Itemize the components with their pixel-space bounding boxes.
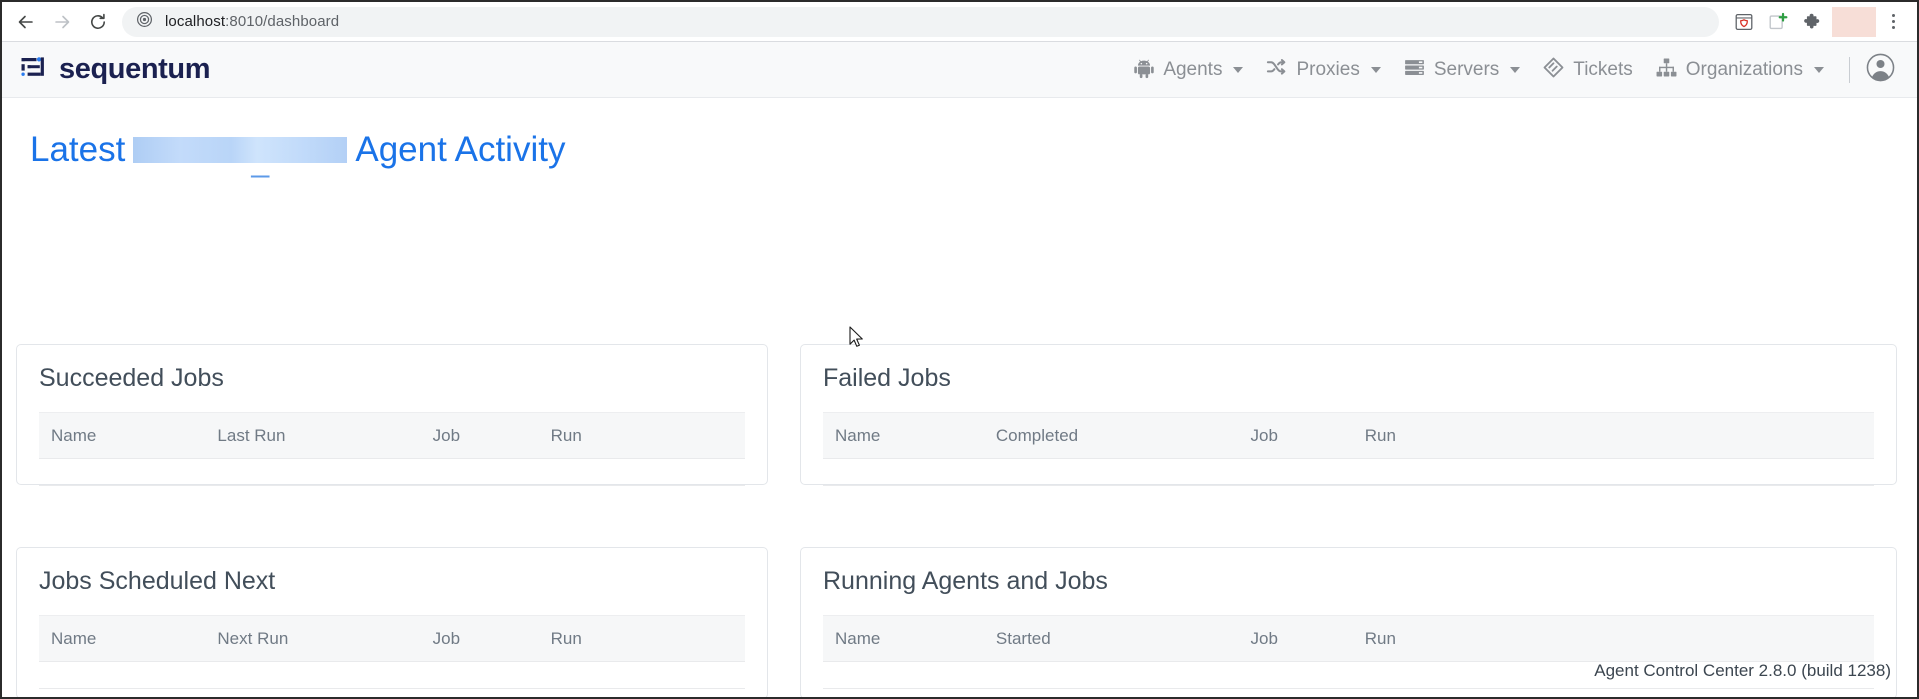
screenshot-frame: localhost:8010/dashboard sequentum Agent…	[0, 0, 1919, 699]
sequentum-bracket-logo-icon	[18, 52, 48, 87]
column-header-next-run[interactable]: Next Run	[217, 615, 433, 662]
chevron-down-icon	[1814, 66, 1824, 73]
column-header-name[interactable]: Name	[39, 412, 218, 459]
column-header-started[interactable]: Started	[995, 615, 1251, 662]
address-bar[interactable]: localhost:8010/dashboard	[122, 6, 1719, 37]
puzzle-extensions-icon[interactable]	[1797, 7, 1827, 37]
profile-avatar-button[interactable]	[1832, 6, 1876, 37]
add-page-extension-icon[interactable]	[1763, 7, 1793, 37]
column-header-run[interactable]: Run	[1364, 412, 1874, 459]
account-button[interactable]	[1862, 49, 1897, 91]
table-header-row: Name Last Run Job Run	[39, 412, 745, 459]
ticket-tag-icon	[1542, 56, 1565, 83]
chevron-down-icon	[1370, 66, 1381, 73]
brand-logo[interactable]: sequentum	[18, 52, 210, 87]
card-title: Failed Jobs	[823, 364, 951, 392]
footer-version: Agent Control Center 2.8.0 (build 1238)	[1594, 661, 1891, 680]
card-jobs-scheduled-next: Jobs Scheduled Next Name Next Run Job Ru…	[16, 547, 768, 697]
nav-item-tickets-label: Tickets	[1573, 59, 1633, 80]
column-header-run[interactable]: Run	[550, 615, 745, 662]
table-header-row: Name Next Run Job Run	[39, 615, 745, 662]
back-arrow-icon	[16, 12, 36, 32]
browser-toolbar: localhost:8010/dashboard	[2, 2, 1917, 42]
card-failed-jobs: Failed Jobs Name Completed Job Run	[800, 344, 1897, 486]
table-empty-row	[823, 458, 1874, 486]
nav-item-agents[interactable]: Agents	[1122, 51, 1254, 89]
chevron-down-icon	[1510, 66, 1521, 73]
card-succeeded-jobs: Succeeded Jobs Name Last Run Job Run	[16, 344, 768, 486]
column-header-job[interactable]: Job	[1250, 412, 1365, 459]
user-avatar-icon	[1866, 53, 1895, 87]
failed-jobs-table: Name Completed Job Run	[823, 412, 1874, 486]
reload-button[interactable]	[80, 6, 116, 38]
nav-item-proxies-label: Proxies	[1296, 59, 1360, 80]
nav-item-servers[interactable]: Servers	[1392, 50, 1531, 89]
succeeded-jobs-table: Name Last Run Job Run	[39, 412, 745, 486]
chevron-down-icon	[1233, 66, 1244, 73]
back-button[interactable]	[8, 6, 44, 38]
page-title: Latest Agent Activity	[30, 130, 566, 176]
table-header-row: Name Completed Job Run	[823, 412, 1874, 459]
column-header-job[interactable]: Job	[432, 615, 551, 662]
shuffle-arrows-icon	[1265, 56, 1288, 83]
dashboard-page: Latest Agent Activity Succeeded Jobs Nam…	[2, 98, 1917, 697]
table-empty-row	[39, 661, 745, 689]
column-header-name[interactable]: Name	[823, 615, 996, 662]
column-header-run[interactable]: Run	[1364, 615, 1874, 662]
target-circle-icon[interactable]	[136, 11, 153, 33]
column-header-name[interactable]: Name	[39, 615, 218, 662]
url-host: localhost	[165, 13, 226, 30]
forward-button[interactable]	[44, 6, 80, 38]
page-title-prefix: Latest	[30, 130, 126, 169]
nav-item-servers-label: Servers	[1433, 59, 1500, 80]
sitemap-icon	[1655, 56, 1678, 83]
brand-name: sequentum	[59, 53, 211, 85]
column-header-last-run[interactable]: Last Run	[217, 412, 433, 459]
column-header-name[interactable]: Name	[823, 412, 996, 459]
shield-extension-icon[interactable]	[1729, 7, 1759, 37]
redacted-org-name	[133, 136, 348, 176]
forward-arrow-icon	[52, 12, 72, 32]
server-stack-icon	[1403, 56, 1426, 83]
url-text: localhost:8010/dashboard	[165, 13, 339, 30]
main-nav: Agents Proxies Servers Tickets Organizat…	[1122, 49, 1897, 91]
nav-item-proxies[interactable]: Proxies	[1254, 50, 1391, 89]
page-title-suffix: Agent Activity	[355, 130, 566, 169]
nav-item-organizations[interactable]: Organizations	[1644, 50, 1835, 89]
reload-icon	[88, 12, 108, 32]
card-title: Jobs Scheduled Next	[39, 567, 276, 595]
table-empty-row	[39, 458, 745, 486]
nav-item-agents-label: Agents	[1163, 59, 1223, 80]
card-title: Succeeded Jobs	[39, 364, 224, 392]
url-path: :8010/dashboard	[225, 13, 340, 30]
nav-item-organizations-label: Organizations	[1685, 59, 1803, 80]
column-header-completed[interactable]: Completed	[995, 412, 1251, 459]
table-header-row: Name Started Job Run	[823, 615, 1874, 662]
card-title: Running Agents and Jobs	[823, 567, 1108, 595]
nav-item-tickets[interactable]: Tickets	[1531, 50, 1643, 89]
android-robot-icon	[1133, 57, 1155, 83]
three-dot-menu-icon[interactable]	[1879, 7, 1907, 37]
nav-divider	[1849, 56, 1850, 83]
column-header-job[interactable]: Job	[432, 412, 551, 459]
app-header: sequentum Agents Proxies Servers Tickets…	[2, 42, 1917, 98]
column-header-run[interactable]: Run	[550, 412, 745, 459]
jobs-scheduled-table: Name Next Run Job Run	[39, 615, 745, 689]
column-header-job[interactable]: Job	[1250, 615, 1365, 662]
